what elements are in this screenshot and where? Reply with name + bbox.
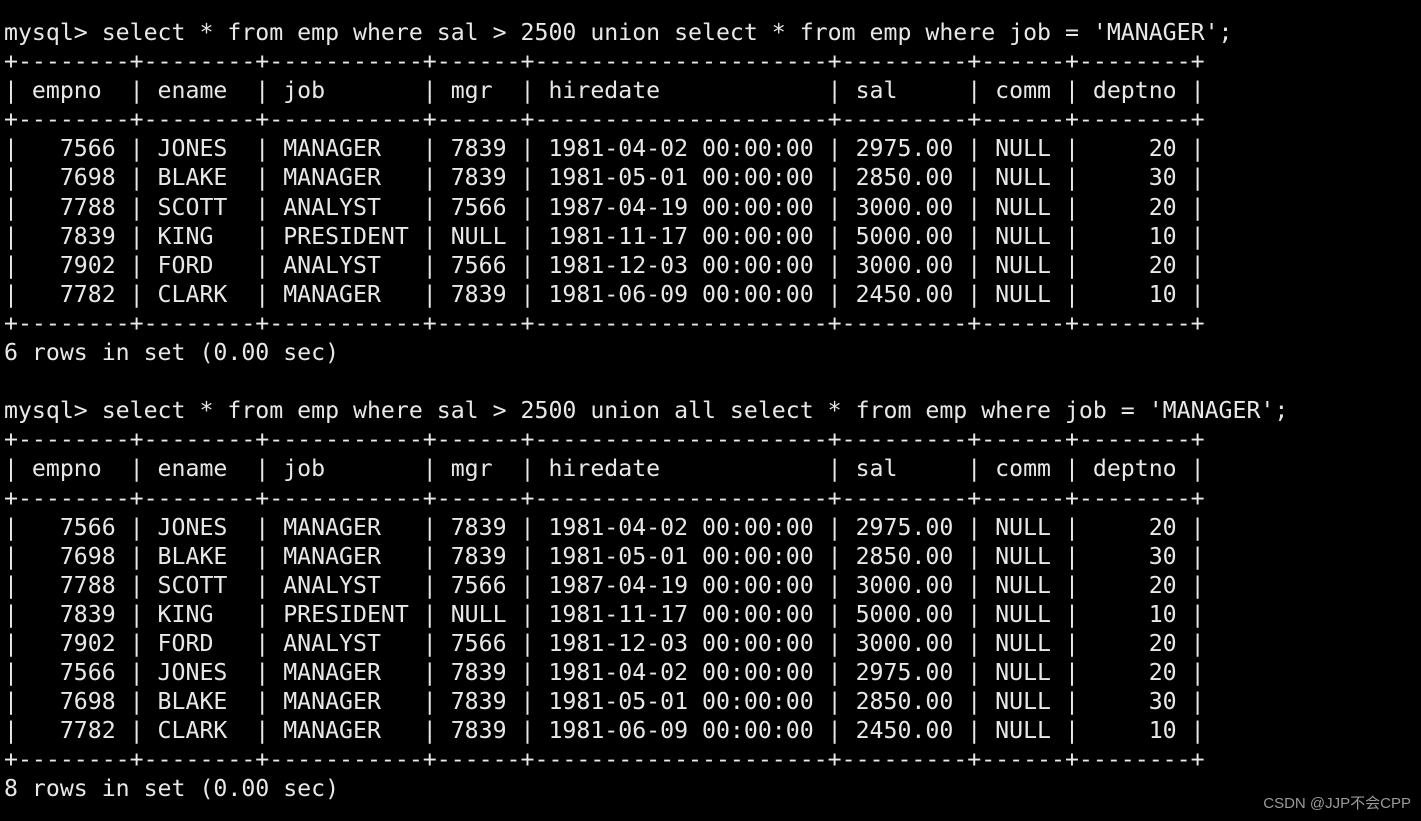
table-row: | 7902 | FORD | ANALYST | 7566 | 1981-12… (4, 629, 1205, 657)
table-row: | 7566 | JONES | MANAGER | 7839 | 1981-0… (4, 659, 1205, 687)
table-row: | 7698 | BLAKE | MANAGER | 7839 | 1981-0… (4, 542, 1205, 570)
table-separator-top-1: +--------+--------+-----------+------+--… (4, 48, 1205, 76)
result-status-1: 6 rows in set (0.00 sec) (4, 339, 340, 367)
result-status-2: 8 rows in set (0.00 sec) (4, 775, 340, 803)
table-separator-top-2: +--------+--------+-----------+------+--… (4, 426, 1205, 454)
table-row: | 7698 | BLAKE | MANAGER | 7839 | 1981-0… (4, 164, 1205, 192)
table-separator-bottom-2: +--------+--------+-----------+------+--… (4, 746, 1205, 774)
table-row: | 7788 | SCOTT | ANALYST | 7566 | 1987-0… (4, 193, 1205, 221)
table-row: | 7566 | JONES | MANAGER | 7839 | 1981-0… (4, 135, 1205, 163)
table-row: | 7566 | JONES | MANAGER | 7839 | 1981-0… (4, 513, 1205, 541)
terminal-window[interactable]: mysql> select * from emp where sal > 250… (0, 0, 1421, 821)
table-separator-header-2: +--------+--------+-----------+------+--… (4, 484, 1205, 512)
table-row: | 7698 | BLAKE | MANAGER | 7839 | 1981-0… (4, 688, 1205, 716)
table-row: | 7839 | KING | PRESIDENT | NULL | 1981-… (4, 600, 1205, 628)
watermark-text: CSDN @JJP不会CPP (1263, 795, 1411, 812)
table-row: | 7902 | FORD | ANALYST | 7566 | 1981-12… (4, 251, 1205, 279)
table-row: | 7839 | KING | PRESIDENT | NULL | 1981-… (4, 222, 1205, 250)
table-row: | 7782 | CLARK | MANAGER | 7839 | 1981-0… (4, 717, 1205, 745)
table-separator-header-1: +--------+--------+-----------+------+--… (4, 106, 1205, 134)
table-header-row-2: | empno | ename | job | mgr | hiredate |… (4, 455, 1205, 483)
table-row: | 7788 | SCOTT | ANALYST | 7566 | 1987-0… (4, 571, 1205, 599)
table-row: | 7782 | CLARK | MANAGER | 7839 | 1981-0… (4, 280, 1205, 308)
command-prompt-line-1[interactable]: mysql> select * from emp where sal > 250… (4, 18, 1421, 47)
command-prompt-line-2[interactable]: mysql> select * from emp where sal > 250… (4, 396, 1421, 425)
table-separator-bottom-1: +--------+--------+-----------+------+--… (4, 309, 1205, 337)
table-header-row-1: | empno | ename | job | mgr | hiredate |… (4, 77, 1205, 105)
